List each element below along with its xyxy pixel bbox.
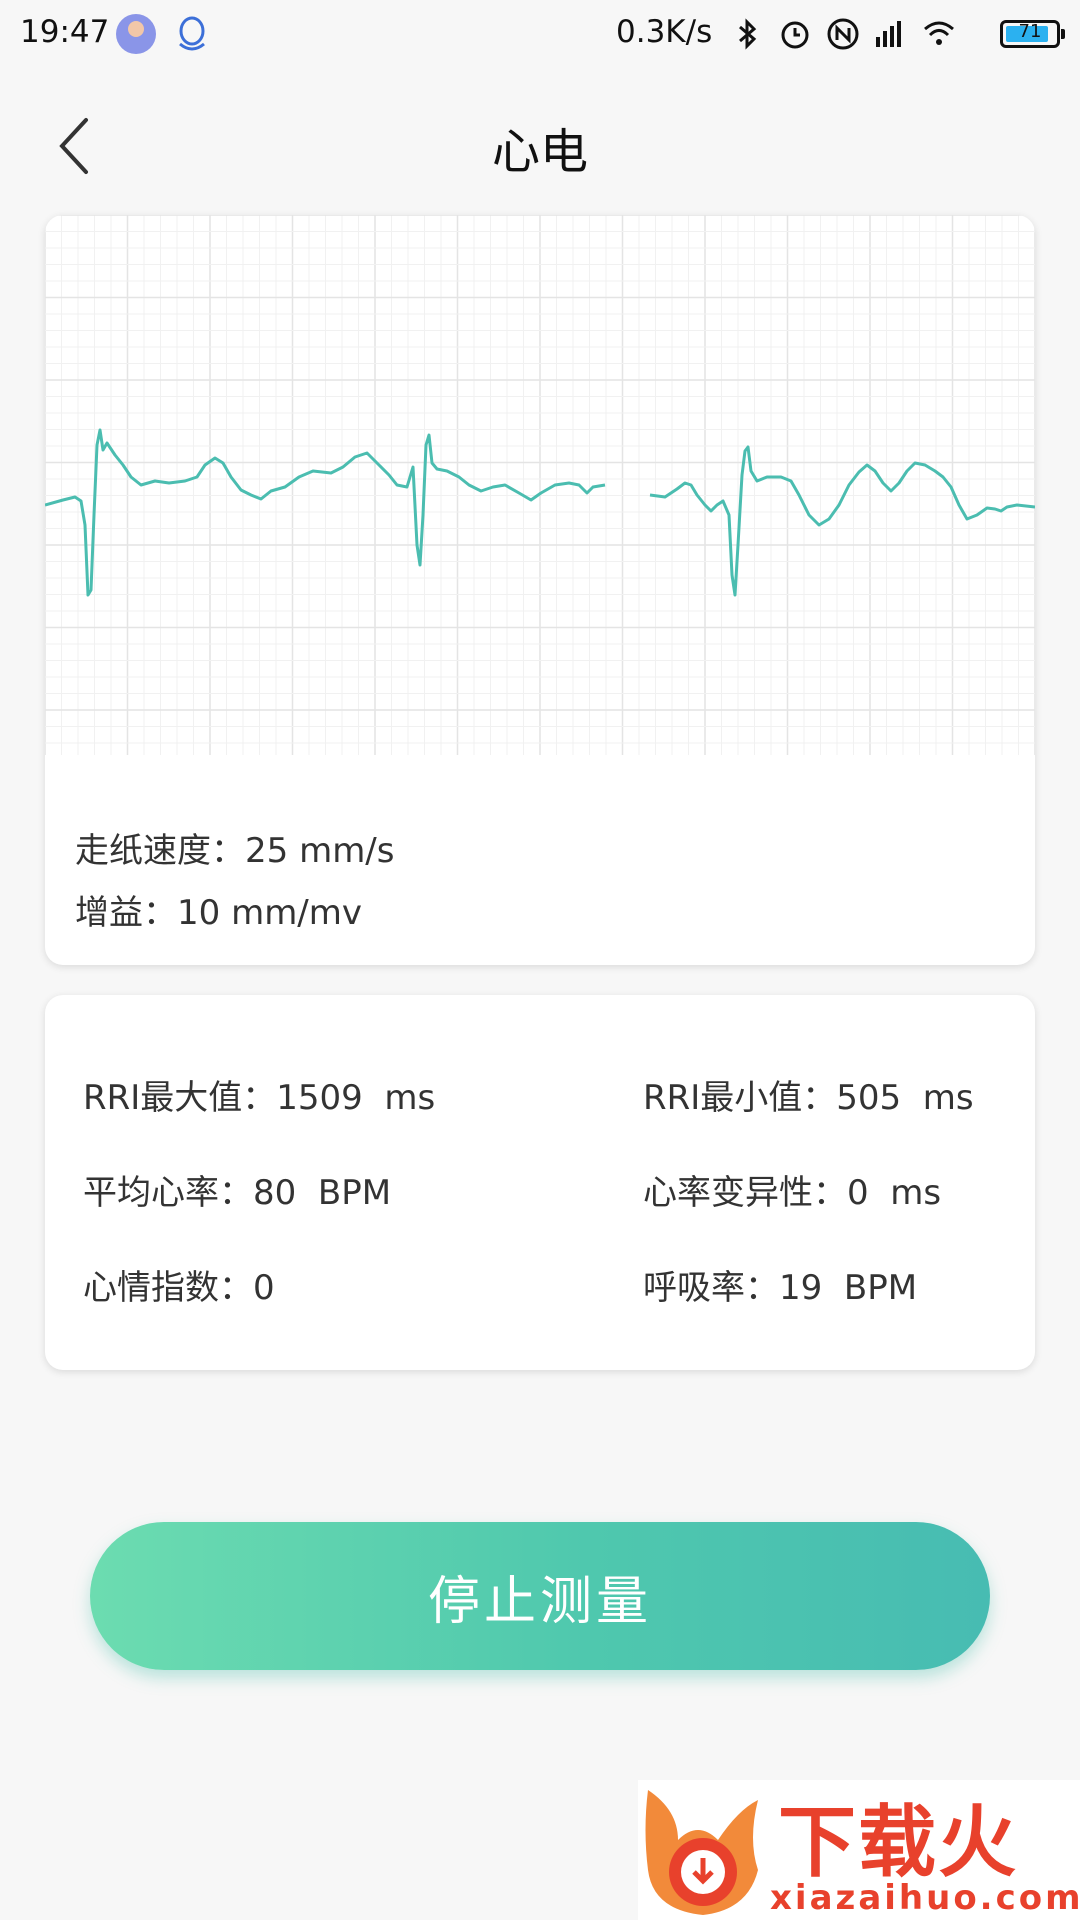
page-title: 心电 <box>491 124 588 180</box>
flame-logo-icon <box>645 1790 758 1915</box>
watermark: 下载火 xiazaihuo.com <box>638 1780 1080 1920</box>
paper-speed: 走纸速度：25 mm/s <box>75 831 395 871</box>
battery-level: 71 <box>1018 21 1042 42</box>
ecg-card: 走纸速度：25 mm/s 增益：10 mm/mv <box>45 215 1035 965</box>
gain: 增益：10 mm/mv <box>75 893 363 933</box>
battery-icon: 71 <box>1000 20 1065 48</box>
stats-card: RRI最大值：1509 ms RRI最小值：505 ms 平均心率：80 BPM… <box>45 995 1035 1370</box>
qq-icon <box>179 16 205 51</box>
status-time: 19:47 <box>20 14 110 50</box>
status-icons <box>730 14 956 54</box>
alarm-icon <box>781 21 809 49</box>
heart-rate-variability: 心率变异性：0 ms <box>643 1173 942 1213</box>
network-speed: 0.3K/s <box>616 14 713 50</box>
watermark-brand: 下载火 <box>778 1798 1019 1888</box>
stop-measure-button[interactable]: 停止测量 <box>90 1522 990 1670</box>
status-bar: 19:47 0.3K/s 71 <box>0 0 1080 72</box>
avg-heart-rate: 平均心率：80 BPM <box>83 1173 392 1213</box>
signal-icon <box>876 21 901 47</box>
respiration-rate: 呼吸率：19 BPM <box>643 1268 918 1308</box>
bluetooth-icon <box>739 18 757 50</box>
mood-index: 心情指数：0 <box>83 1268 275 1308</box>
ecg-chart <box>45 215 1035 755</box>
ecg-info: 走纸速度：25 mm/s 增益：10 mm/mv <box>75 820 394 944</box>
watermark-domain: xiazaihuo.com <box>770 1878 1080 1918</box>
rri-max: RRI最大值：1509 ms <box>83 1078 436 1118</box>
wifi-icon <box>924 21 954 45</box>
ecg-waveform-2 <box>649 445 1035 597</box>
rri-min: RRI最小值：505 ms <box>643 1078 974 1118</box>
nfc-icon <box>827 18 859 50</box>
avatar-icon <box>116 14 156 54</box>
